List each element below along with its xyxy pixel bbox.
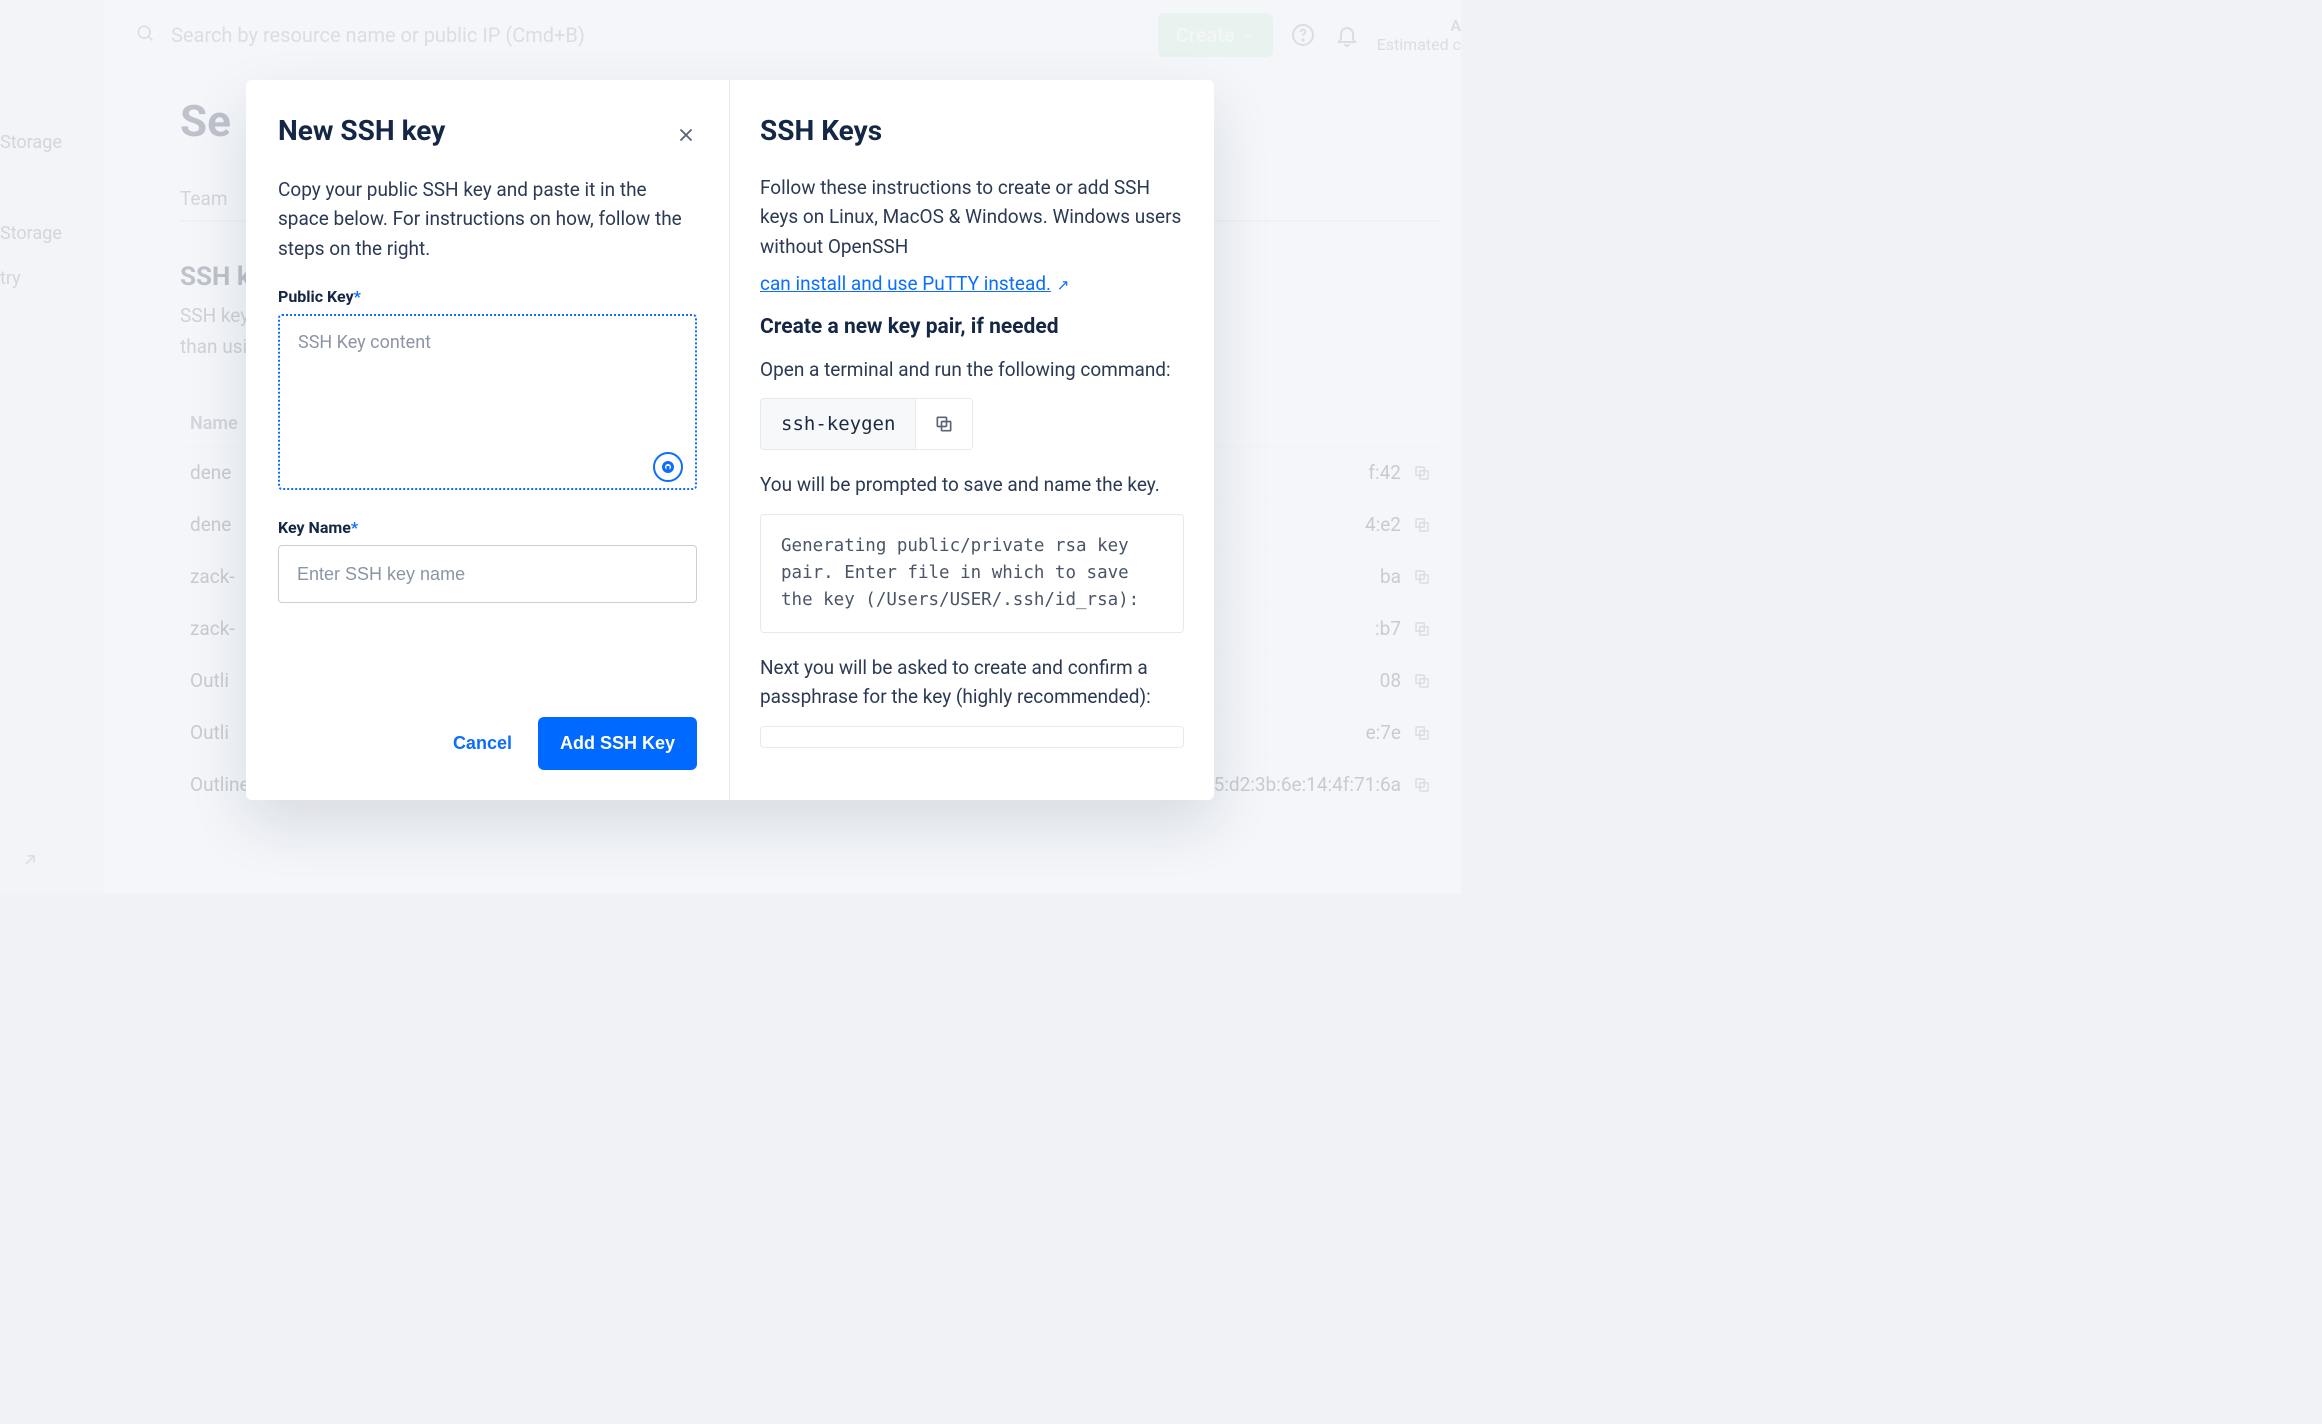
public-key-label: Public Key* [278,287,697,306]
right-p-prompt-save: You will be prompted to save and name th… [760,470,1184,499]
right-intro: Follow these instructions to create or a… [760,173,1184,261]
passphrase-output-block [760,726,1184,748]
right-title: SSH Keys [760,114,1184,147]
key-name-input[interactable] [278,545,697,603]
add-ssh-key-button[interactable]: Add SSH Key [538,717,697,770]
cancel-button[interactable]: Cancel [453,733,512,754]
modal-intro: Copy your public SSH key and paste it in… [278,175,697,263]
right-h2-create-keypair: Create a new key pair, if needed [760,315,1184,339]
right-p-open-terminal: Open a terminal and run the following co… [760,355,1184,384]
public-key-textarea[interactable] [278,314,697,490]
ssh-keygen-command: ssh-keygen [760,398,915,450]
modal-left-panel: New SSH key Copy your public SSH key and… [246,80,730,800]
keygen-output-block: Generating public/private rsa key pair. … [760,514,1184,633]
modal-right-panel: SSH Keys Follow these instructions to cr… [730,80,1214,800]
key-name-label: Key Name* [278,518,697,537]
right-p-passphrase: Next you will be asked to create and con… [760,653,1184,712]
putty-link[interactable]: can install and use PuTTY instead. [760,272,1051,295]
modal-title: New SSH key [278,114,445,147]
external-link-icon: ↗ [1053,276,1069,294]
copy-command-button[interactable] [915,398,973,450]
close-icon[interactable] [675,120,697,142]
new-ssh-key-modal: New SSH key Copy your public SSH key and… [246,80,1214,800]
